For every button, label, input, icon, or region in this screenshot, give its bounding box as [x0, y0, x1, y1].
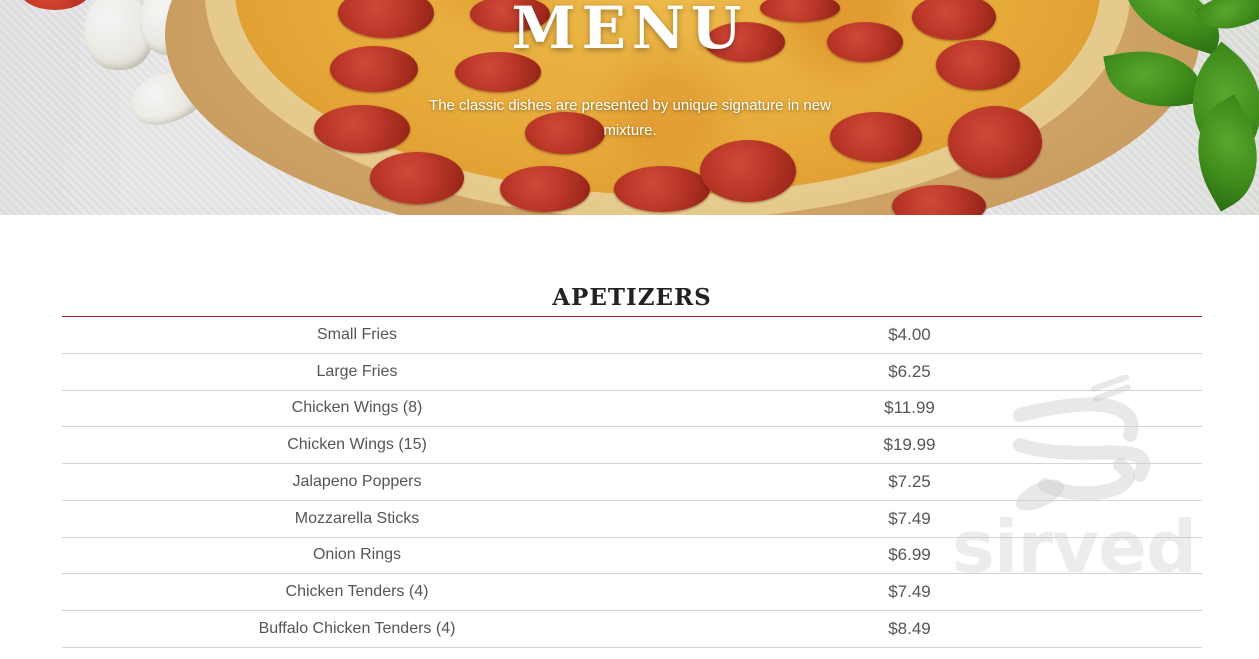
menu-item-price: $8.49	[888, 618, 931, 638]
menu-item-price: $7.25	[888, 471, 931, 491]
menu-row: Large Fries $6.25	[62, 354, 1202, 391]
menu-item-name: Large Fries	[316, 362, 398, 380]
watermark-text: sirved	[952, 505, 1197, 589]
menu-row: Buffalo Chicken Tenders (4) $8.49	[62, 611, 1202, 648]
menu-item-price: $19.99	[883, 435, 936, 455]
menu-item-name: Small Fries	[316, 325, 397, 343]
menu-item-name: Buffalo Chicken Tenders (4)	[258, 619, 456, 637]
hero-banner: MENU The classic dishes are presented by…	[0, 0, 1259, 215]
menu-item-price: $6.25	[888, 361, 931, 381]
menu-item-name: Onion Rings	[312, 546, 402, 564]
menu-row: Chicken Wings (8) $11.99	[62, 391, 1202, 428]
menu-item-name: Chicken Wings (8)	[291, 399, 423, 417]
menu-item-name: Chicken Wings (15)	[287, 436, 427, 454]
page-subtitle: The classic dishes are presented by uniq…	[429, 97, 831, 139]
menu-row: Jalapeno Poppers $7.25	[62, 464, 1202, 501]
menu-row: Chicken Wings (15) $19.99	[62, 427, 1202, 464]
menu-row: Small Fries $4.00	[62, 317, 1202, 354]
menu-item-name: Jalapeno Poppers	[292, 472, 422, 490]
menu-item-price: $4.00	[888, 324, 931, 344]
menu-item-name: Mozzarella Sticks	[294, 509, 420, 527]
section-title: APETIZERS	[552, 284, 712, 311]
page-title: MENU	[511, 0, 748, 62]
menu-item-name: Chicken Tenders (4)	[285, 583, 429, 601]
menu-item-price: $11.99	[884, 398, 935, 418]
menu-table: Small Fries $4.00 Large Fries $6.25 Chic…	[62, 317, 1202, 648]
